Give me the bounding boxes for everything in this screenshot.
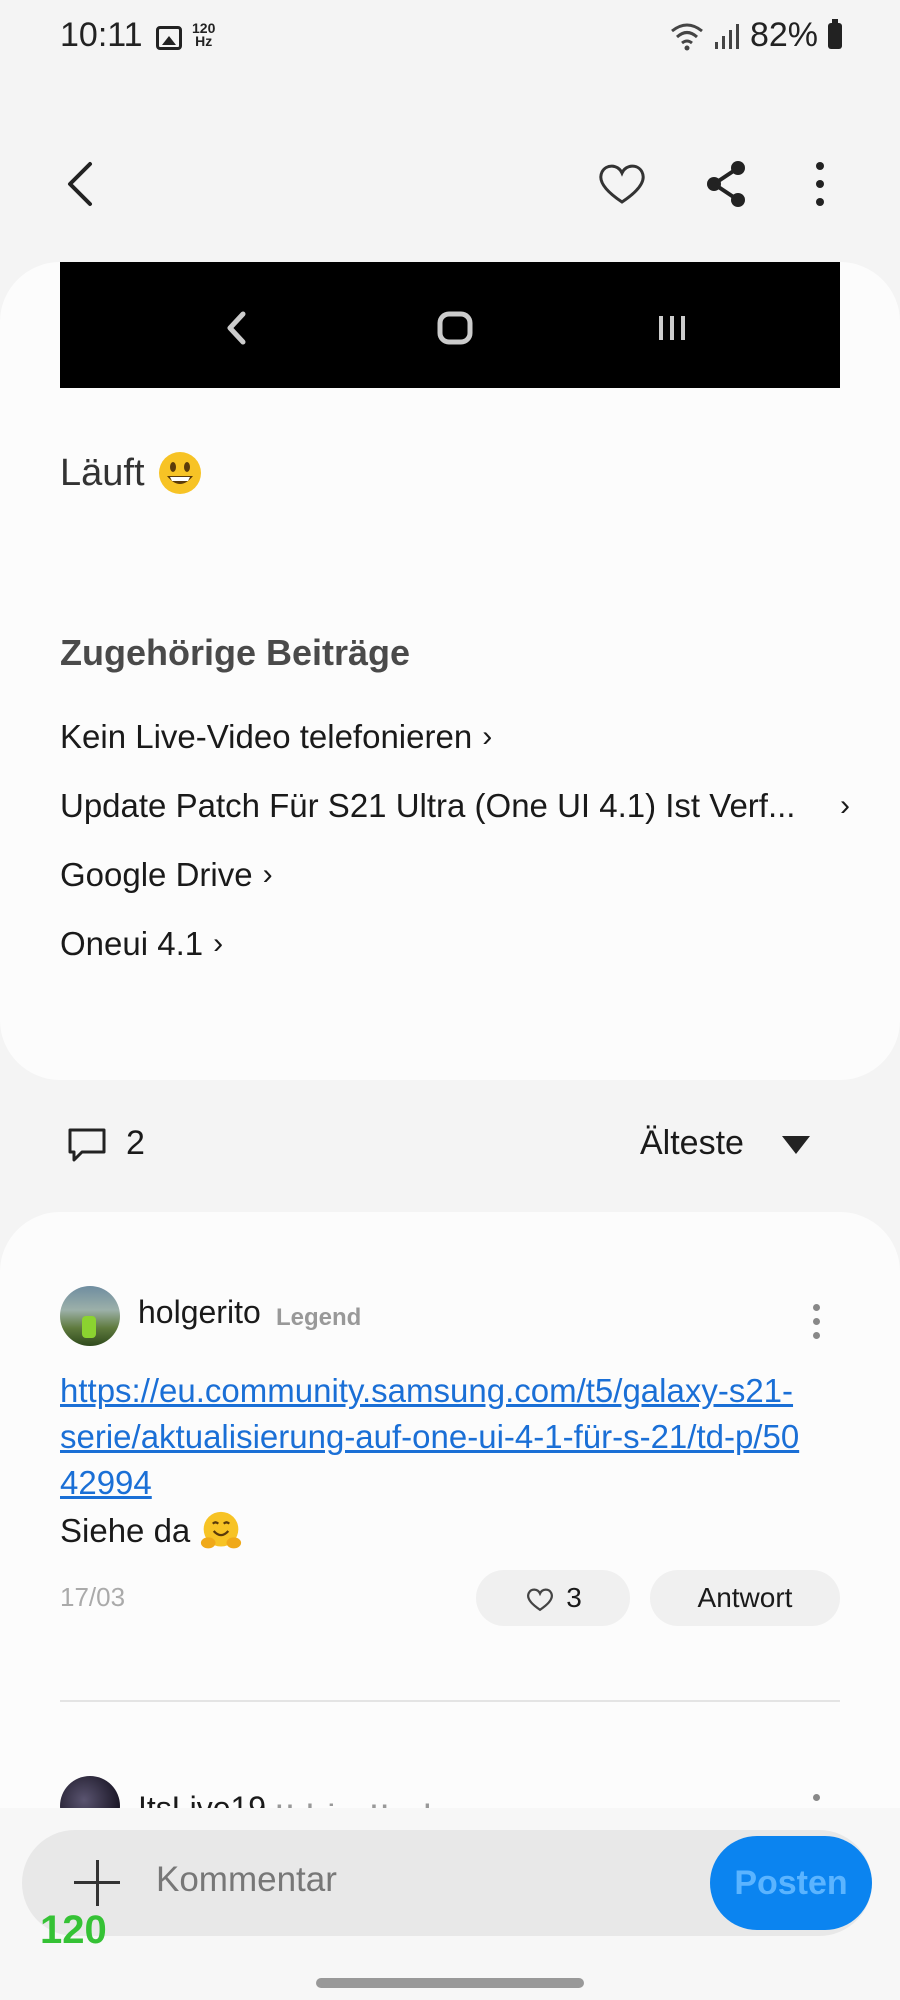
related-post-label: Google Drive bbox=[60, 855, 253, 893]
post-image[interactable] bbox=[60, 262, 840, 388]
related-post-label: Kein Live-Video telefonieren bbox=[60, 717, 473, 755]
comment-link[interactable]: https://eu.community.samsung.com/t5/gala… bbox=[60, 1368, 800, 1506]
post-body: Läuft bbox=[60, 450, 203, 496]
comment-username[interactable]: holgerito bbox=[138, 1294, 261, 1331]
battery-percent: 82% bbox=[749, 16, 818, 54]
reply-label: Antwort bbox=[697, 1582, 793, 1613]
battery-icon bbox=[828, 18, 842, 49]
like-count: 3 bbox=[566, 1582, 582, 1613]
grinning-face-icon bbox=[158, 452, 201, 494]
comment-text-label: Siehe da bbox=[60, 1512, 191, 1549]
divider bbox=[60, 1700, 840, 1702]
related-post-link[interactable]: Google Drive › bbox=[60, 840, 850, 909]
share-icon[interactable] bbox=[700, 156, 756, 212]
related-post-link[interactable]: Kein Live-Video telefonieren › bbox=[60, 702, 850, 771]
chevron-right-icon: › bbox=[840, 788, 850, 822]
chevron-right-icon: › bbox=[262, 857, 273, 891]
reply-button[interactable]: Antwort bbox=[650, 1570, 840, 1626]
like-button[interactable]: 3 bbox=[476, 1570, 630, 1626]
comment-composer: Kommentar Posten bbox=[22, 1830, 872, 1936]
top-app-bar bbox=[0, 140, 900, 230]
related-posts-title: Zugehörige Beiträge bbox=[60, 632, 411, 673]
status-bar: 10:11 120 Hz 82% bbox=[0, 0, 900, 72]
chevron-right-icon: › bbox=[213, 926, 224, 960]
post-body-text: Läuft bbox=[60, 451, 145, 494]
status-right: 82% bbox=[670, 16, 842, 55]
post-button-label: Posten bbox=[734, 1863, 848, 1902]
comment-date: 17/03 bbox=[60, 1582, 126, 1612]
comment-text: Siehe da bbox=[60, 1510, 242, 1552]
dropdown-arrow-icon[interactable] bbox=[782, 1136, 810, 1154]
signal-icon bbox=[714, 23, 739, 49]
heart-icon[interactable] bbox=[594, 156, 650, 212]
refresh-rate-indicator: 120 Hz bbox=[192, 21, 215, 49]
avatar[interactable] bbox=[60, 1286, 120, 1346]
hugging-face-icon bbox=[201, 1511, 242, 1549]
related-post-link[interactable]: Update Patch Für S21 Ultra (One UI 4.1) … bbox=[60, 771, 850, 840]
related-post-link[interactable]: Oneui 4.1 › bbox=[60, 909, 850, 978]
comment-more-icon[interactable] bbox=[810, 1304, 822, 1346]
wifi-icon bbox=[671, 23, 703, 50]
related-post-label: Update Patch Für S21 Ultra (One UI 4.1) … bbox=[60, 786, 796, 824]
refresh-rate-unit: Hz bbox=[195, 33, 213, 49]
comment-input[interactable]: Kommentar bbox=[156, 1860, 337, 1900]
comments-header: 2 Älteste bbox=[0, 1110, 900, 1180]
sort-dropdown-label[interactable]: Älteste bbox=[640, 1124, 744, 1163]
fps-counter: 120 bbox=[40, 1908, 107, 1952]
post-button[interactable]: Posten bbox=[710, 1836, 872, 1930]
more-options-icon[interactable] bbox=[800, 156, 840, 212]
status-time: 10:11 bbox=[60, 16, 143, 54]
user-rank-badge: Legend bbox=[276, 1304, 362, 1331]
related-posts-list: Kein Live-Video telefonieren › Update Pa… bbox=[60, 702, 850, 978]
comment-count: 2 bbox=[126, 1124, 145, 1162]
navigation-bar-graphic bbox=[227, 311, 685, 345]
heart-icon bbox=[527, 1588, 554, 1612]
chevron-right-icon: › bbox=[482, 719, 493, 753]
image-icon bbox=[156, 26, 182, 50]
related-post-label: Oneui 4.1 bbox=[60, 924, 204, 962]
home-indicator[interactable] bbox=[316, 1978, 584, 1988]
comment-bubble-icon bbox=[68, 1128, 106, 1162]
post-card: Läuft Zugehörige Beiträge Kein Live-Vide… bbox=[0, 262, 900, 1080]
back-arrow-icon[interactable] bbox=[56, 156, 112, 212]
add-attachment-icon[interactable] bbox=[74, 1860, 120, 1906]
